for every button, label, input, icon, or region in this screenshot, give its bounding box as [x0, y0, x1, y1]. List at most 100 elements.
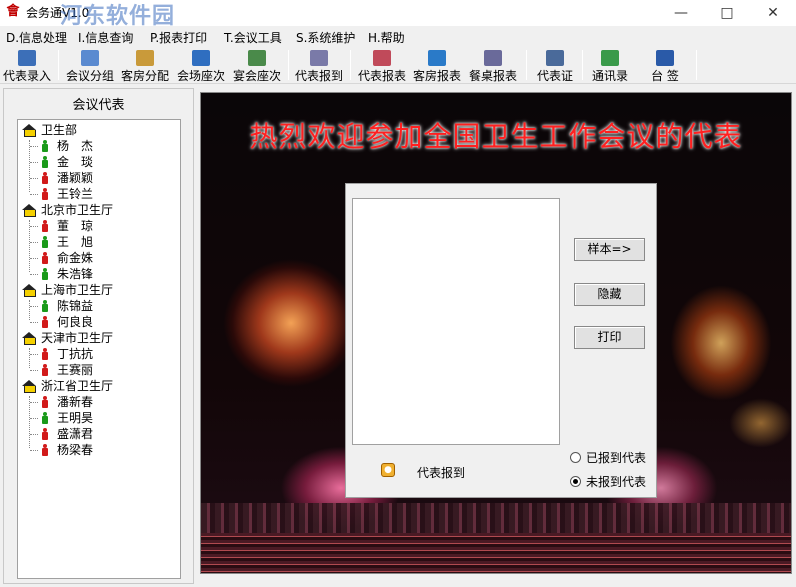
radio-registered[interactable]: 已报到代表 [570, 450, 646, 466]
toolbar-label: 客房报表 [412, 69, 461, 83]
tree-member-node[interactable]: 王铃兰 [42, 186, 93, 202]
toolbar-button-badge[interactable]: 代表证 [532, 46, 578, 84]
member-label: 杨梁春 [57, 443, 94, 457]
tree-group-node[interactable]: 上海市卫生厅 [22, 282, 113, 298]
tree-group-node[interactable]: 浙江省卫生厅 [22, 378, 113, 394]
tree-member-node[interactable]: 朱浩锋 [42, 266, 93, 282]
female-person-icon [42, 252, 48, 264]
toolbar-label: 代表证 [536, 69, 573, 83]
menu-system-maintenance[interactable]: S.系统维护 [296, 29, 355, 46]
maximize-button[interactable]: □ [704, 0, 750, 26]
toolbar-separator [288, 50, 289, 80]
delegate-panel: 会议代表 卫生部 杨 杰 金 琰 潘颖颖 王铃兰 北京市卫生厅 董 琼 王 旭 … [3, 88, 194, 584]
tree-member-node[interactable]: 王明昊 [42, 410, 93, 426]
tree-line [29, 396, 30, 448]
tree-line [30, 258, 38, 259]
male-person-icon [42, 412, 48, 424]
member-label: 杨 杰 [57, 139, 94, 153]
tree-member-node[interactable]: 盛潇君 [42, 426, 93, 442]
toolbar-button-room-report[interactable]: 客房报表 [410, 46, 464, 84]
tree-group-node[interactable]: 北京市卫生厅 [22, 202, 113, 218]
water-reflection [201, 533, 791, 573]
member-label: 潘新春 [57, 395, 94, 409]
print-button[interactable]: 打印 [574, 326, 645, 349]
tree-line [30, 354, 38, 355]
male-person-icon [42, 140, 48, 152]
sample-button[interactable]: 样本=> [574, 238, 645, 261]
member-label: 王铃兰 [57, 187, 94, 201]
toolbar-button-group[interactable]: 会议分组 [64, 46, 116, 84]
tree-member-node[interactable]: 陈锦益 [42, 298, 93, 314]
menu-info-process[interactable]: D.信息处理 [6, 29, 67, 46]
key-icon[interactable]: ● [381, 463, 395, 477]
panel-title: 会议代表 [72, 98, 125, 113]
tree-line [30, 450, 38, 451]
tree-group-node[interactable]: 天津市卫生厅 [22, 330, 113, 346]
tree-line [30, 322, 38, 323]
toolbar-button-table-card[interactable]: 台 签 [640, 46, 690, 84]
menu-report-print[interactable]: P.报表打印 [150, 29, 207, 46]
member-label: 王 旭 [57, 235, 94, 249]
delegate-listbox[interactable] [352, 198, 560, 445]
toolbar-separator [58, 50, 59, 80]
toolbar-separator [696, 50, 697, 80]
member-label: 董 琼 [57, 219, 94, 233]
tree-member-node[interactable]: 王赛丽 [42, 362, 93, 378]
female-person-icon [42, 444, 48, 456]
member-label: 王明昊 [57, 411, 94, 425]
house-icon [22, 124, 36, 137]
tree-member-node[interactable]: 董 琼 [42, 218, 93, 234]
toolbar-label: 代表报表 [357, 69, 406, 83]
female-person-icon [42, 348, 48, 360]
tree-member-node[interactable]: 杨 杰 [42, 138, 93, 154]
menu-help[interactable]: H.帮助 [368, 29, 405, 46]
contacts-icon [601, 50, 619, 66]
tree-line [30, 402, 38, 403]
toolbar-button-enter-delegate[interactable]: 代表录入 [2, 46, 52, 84]
tree-member-node[interactable]: 杨梁春 [42, 442, 93, 458]
tree-member-node[interactable]: 俞金姝 [42, 250, 93, 266]
toolbar-button-hall-seat[interactable]: 会场座次 [174, 46, 228, 84]
female-person-icon [42, 396, 48, 408]
tree-line [30, 194, 38, 195]
tree-line [30, 226, 38, 227]
table-card-icon [656, 50, 674, 66]
room-icon [136, 50, 154, 66]
menu-meeting-tools[interactable]: T.会议工具 [224, 29, 282, 46]
tree-member-node[interactable]: 潘新春 [42, 394, 93, 410]
toolbar-button-room-assign[interactable]: 客房分配 [118, 46, 172, 84]
group-label: 上海市卫生厅 [41, 283, 114, 297]
tree-member-node[interactable]: 何良良 [42, 314, 93, 330]
hide-button[interactable]: 隐藏 [574, 283, 645, 306]
toolbar-button-banquet-seat[interactable]: 宴会座次 [230, 46, 284, 84]
house-icon [22, 380, 36, 393]
toolbar-label: 通讯录 [591, 69, 628, 83]
tree-line [30, 274, 38, 275]
male-person-icon [42, 268, 48, 280]
close-button[interactable]: ✕ [750, 0, 796, 26]
female-person-icon [42, 188, 48, 200]
tree-line [30, 162, 38, 163]
tree-member-node[interactable]: 金 琰 [42, 154, 93, 170]
toolbar-label: 客房分配 [120, 69, 169, 83]
group-icon [81, 50, 99, 66]
minimize-button[interactable]: — [658, 0, 704, 26]
tree-member-node[interactable]: 王 旭 [42, 234, 93, 250]
toolbar-button-table-report[interactable]: 餐桌报表 [466, 46, 520, 84]
toolbar-button-register[interactable]: 代表报到 [292, 46, 346, 84]
delegate-tree[interactable]: 卫生部 杨 杰 金 琰 潘颖颖 王铃兰 北京市卫生厅 董 琼 王 旭 俞金姝 朱… [17, 119, 181, 579]
radio-unregistered[interactable]: 未报到代表 [570, 474, 646, 490]
toolbar-button-contacts[interactable]: 通讯录 [586, 46, 634, 84]
tree-line [30, 242, 38, 243]
tree-group-node[interactable]: 卫生部 [22, 122, 77, 138]
toolbar-label: 宴会座次 [232, 69, 281, 83]
table-report-icon [484, 50, 502, 66]
member-label: 金 琰 [57, 155, 94, 169]
tree-member-node[interactable]: 潘颖颖 [42, 170, 93, 186]
male-person-icon [42, 156, 48, 168]
tree-line [30, 178, 38, 179]
member-label: 陈锦益 [57, 299, 94, 313]
menu-info-query[interactable]: I.信息查询 [78, 29, 133, 46]
toolbar-button-delegate-report[interactable]: 代表报表 [356, 46, 408, 84]
tree-member-node[interactable]: 丁抗抗 [42, 346, 93, 362]
